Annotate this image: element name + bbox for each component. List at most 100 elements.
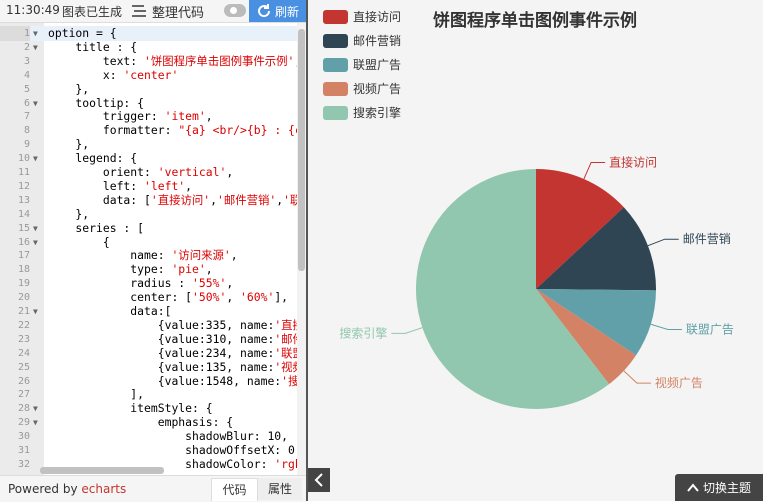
code-line[interactable]: 14 }, [0,207,306,222]
pie-label: 邮件营销 [683,232,731,246]
fold-arrow-icon[interactable]: ▼ [33,26,38,41]
switch-theme-label: 切换主题 [702,481,751,495]
collapse-editor-button[interactable] [308,468,330,492]
line-number: 30 [17,431,30,443]
legend-label[interactable]: 搜索引擎 [353,105,401,120]
code-line[interactable]: 6 ▼ tooltip: { [0,96,306,111]
code-text: itemStyle: { [48,401,213,416]
line-number: 3 [23,55,30,67]
code-line[interactable]: 15 ▼ series : [ [0,221,306,236]
code-line[interactable]: 2 ▼ title : { [0,40,306,55]
legend-swatch[interactable] [323,82,348,96]
code-text: data: ['直接访问','邮件营销','联盟广告','视频广告','搜索引擎… [48,192,306,207]
fold-arrow-icon[interactable]: ▼ [33,151,38,166]
code-line[interactable]: 19 radius : '55%', [0,276,306,291]
code-text: shadowBlur: 10, [48,429,289,444]
code-line[interactable]: 18 type: 'pie', [0,262,306,277]
switch-theme-button[interactable]: 切换主题 [675,474,763,501]
code-line[interactable]: 16 ▼ { [0,235,306,250]
code-line[interactable]: 10 ▼ legend: { [0,151,306,166]
pie-label-line [623,370,651,384]
code-line[interactable]: 23 {value:310, name:'邮件营销'}, [0,332,306,347]
code-line[interactable]: 7 trigger: 'item', [0,109,306,124]
line-number: 8 [23,125,30,137]
code-line[interactable]: 31 shadowOffsetX: 0, [0,443,306,458]
code-line[interactable]: 5 }, [0,82,306,97]
code-line[interactable]: 12 left: 'left', [0,179,306,194]
code-line[interactable]: 30 shadowBlur: 10, [0,429,306,444]
timestamp: 11:30:49 [6,3,60,17]
code-line[interactable]: 28 ▼ itemStyle: { [0,401,306,416]
code-line[interactable]: 24 {value:234, name:'联盟广告'}, [0,346,306,361]
code-text: trigger: 'item', [48,109,213,124]
code-text: orient: 'vertical', [48,165,234,179]
tab-properties[interactable]: 属性 [258,478,302,500]
code-line[interactable]: 27 ], [0,387,306,402]
code-line[interactable]: 13 data: ['直接访问','邮件营销','联盟广告','视频广告','搜… [0,193,306,208]
code-text: type: 'pie', [48,262,213,277]
editor-footer: Powered by echarts 代码 属性 [0,475,306,502]
editor-toolbar: 11:30:49 图表已生成 整理代码 刷新 [0,0,306,23]
legend-swatch[interactable] [323,58,348,72]
legend-label[interactable]: 视频广告 [353,81,401,96]
line-number: 20 [17,292,30,304]
line-number: 12 [17,180,30,192]
code-line[interactable]: 22 {value:335, name:'直接访问'}, [0,318,306,333]
line-number: 28 [17,403,30,415]
fold-arrow-icon[interactable]: ▼ [33,235,38,250]
legend-label[interactable]: 邮件营销 [353,34,401,48]
chart-title: 饼图程序单击图例事件示例 [433,10,637,31]
code-text: }, [48,206,90,221]
line-number: 18 [17,264,30,276]
fold-arrow-icon[interactable]: ▼ [33,415,38,430]
refresh-icon [258,4,270,18]
vertical-scrollbar[interactable] [297,23,306,475]
fold-arrow-icon[interactable]: ▼ [33,401,38,416]
line-number: 22 [17,319,30,331]
code-line[interactable]: 20 center: ['50%', '60%'], [0,290,306,305]
horizontal-scrollbar[interactable] [40,467,164,474]
auto-refresh-toggle[interactable] [224,4,246,17]
code-line[interactable]: 29 ▼ emphasis: { [0,415,306,430]
line-number: 13 [17,194,30,206]
echarts-link[interactable]: echarts [81,482,126,496]
line-number: 16 [17,236,30,248]
code-line[interactable]: 3 text: '饼图程序单击图例事件示例', [0,54,306,69]
legend-swatch[interactable] [323,106,348,120]
line-number: 2 [23,41,30,53]
legend-swatch[interactable] [323,34,348,48]
fold-arrow-icon[interactable]: ▼ [33,96,38,111]
code-line[interactable]: 17 name: '访问来源', [0,248,306,263]
code-line[interactable]: 1 ▼ option = { [0,26,306,41]
pie-label: 联盟广告 [686,323,734,337]
fold-arrow-icon[interactable]: ▼ [33,304,38,319]
format-code-button[interactable]: 整理代码 [132,1,204,21]
legend-label[interactable]: 直接访问 [353,9,401,24]
code-text: x: 'center' [48,67,179,82]
code-editor[interactable]: 1 ▼ option = {2 ▼ title : {3 text: '饼图程序单击图… [0,23,306,475]
line-number: 26 [17,375,30,387]
refresh-button[interactable]: 刷新 [249,0,306,22]
code-text: series : [ [48,220,145,235]
code-text: formatter: "{a} <br/>{b} : {c} ({d}%)" [48,123,306,138]
fold-arrow-icon[interactable]: ▼ [33,40,38,55]
line-number: 9 [23,139,30,151]
code-line[interactable]: 4 x: 'center' [0,68,306,83]
line-number: 32 [17,458,30,470]
code-line[interactable]: 26 {value:1548, name:'搜索引擎'} [0,374,306,389]
legend-label[interactable]: 联盟广告 [353,58,401,72]
code-text: {value:1548, name:'搜索引擎'} [48,373,306,388]
line-number: 14 [17,208,30,220]
vertical-scroll-thumb[interactable] [298,29,305,271]
code-text: center: ['50%', '60%'], [48,290,289,305]
code-line[interactable]: 11 orient: 'vertical', [0,165,306,180]
line-number: 19 [17,278,30,290]
tab-code[interactable]: 代码 [211,478,258,501]
code-line[interactable]: 21 ▼ data:[ [0,304,306,319]
code-line[interactable]: 25 {value:135, name:'视频广告'}, [0,360,306,375]
code-text: }, [48,81,90,96]
code-line[interactable]: 8 formatter: "{a} <br/>{b} : {c} ({d}%)" [0,123,306,138]
fold-arrow-icon[interactable]: ▼ [33,221,38,236]
code-line[interactable]: 9 }, [0,137,306,152]
legend-swatch[interactable] [323,10,348,24]
